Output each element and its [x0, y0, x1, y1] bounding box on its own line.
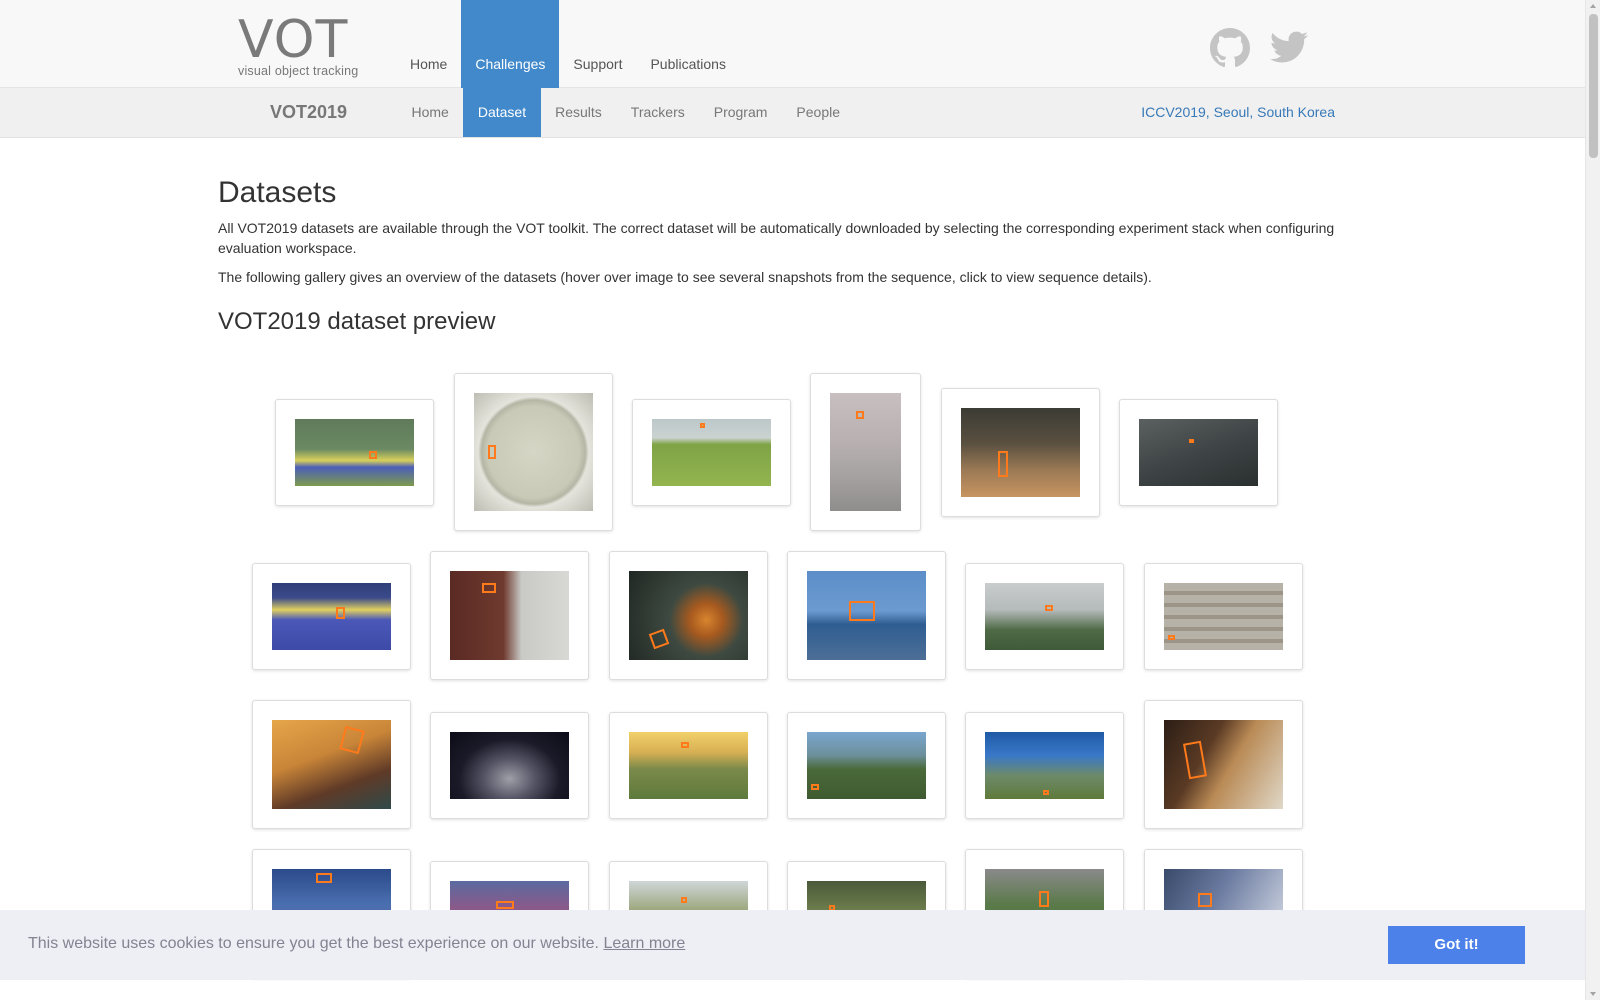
scroll-down-icon[interactable]: [1590, 992, 1596, 996]
sequence-thumbnail[interactable]: [609, 712, 768, 819]
page-content: Datasets All VOT2019 datasets are availa…: [218, 172, 1338, 339]
sub-navbar: VOT2019 Home Dataset Results Trackers Pr…: [0, 88, 1585, 138]
sequence-image: [272, 720, 391, 809]
intro-text: All VOT2019 datasets are available throu…: [218, 220, 1335, 256]
sub-nav-dataset[interactable]: Dataset: [463, 88, 541, 137]
sequence-image: [474, 393, 593, 511]
event-location: ICCV2019, Seoul, South Korea: [1141, 104, 1335, 120]
sequence-image: [1164, 720, 1283, 809]
scrollbar-thumb[interactable]: [1589, 14, 1598, 158]
sequence-thumbnail[interactable]: [632, 399, 791, 506]
sequence-thumbnail[interactable]: [810, 373, 921, 531]
sequence-thumbnail[interactable]: [609, 551, 768, 680]
sequence-thumbnail[interactable]: [1144, 700, 1303, 829]
sequence-image: [629, 732, 748, 799]
sequence-image: [272, 583, 391, 650]
sequence-image: [807, 732, 926, 799]
sequence-thumbnail[interactable]: [787, 712, 946, 819]
main-menu: Home Challenges Support Publications: [396, 0, 740, 88]
sequence-thumbnail[interactable]: [787, 551, 946, 680]
sequence-thumbnail[interactable]: [454, 373, 613, 531]
sequence-thumbnail[interactable]: [1144, 563, 1303, 670]
main-nav-publications[interactable]: Publications: [636, 0, 740, 88]
sequence-image: [985, 732, 1104, 799]
sequence-image: [830, 393, 901, 511]
sequence-thumbnail[interactable]: [252, 700, 411, 829]
sub-menu: Home Dataset Results Trackers Program Pe…: [397, 88, 855, 137]
sequence-thumbnail[interactable]: [252, 563, 411, 670]
cookie-text: This website uses cookies to ensure you …: [28, 935, 599, 952]
main-nav-support[interactable]: Support: [559, 0, 636, 88]
section-title: VOT2019 dataset preview: [218, 308, 496, 335]
sub-nav-program[interactable]: Program: [699, 88, 782, 137]
sequence-image: [985, 583, 1104, 650]
sequence-thumbnail[interactable]: [430, 712, 589, 819]
sub-nav-results[interactable]: Results: [541, 88, 617, 137]
sequence-image: [295, 419, 414, 486]
accept-cookies-button[interactable]: Got it!: [1388, 926, 1525, 964]
sequence-image: [450, 571, 569, 660]
github-icon[interactable]: [1210, 28, 1250, 68]
sub-nav-people[interactable]: People: [782, 88, 855, 137]
sequence-image: [961, 408, 1080, 497]
sequence-thumbnail[interactable]: [965, 712, 1124, 819]
sequence-thumbnail[interactable]: [1119, 399, 1278, 506]
twitter-icon[interactable]: [1270, 28, 1308, 68]
sequence-image: [1139, 419, 1258, 486]
vot-logo[interactable]: VOT visual object tracking: [238, 14, 378, 80]
sequence-thumbnail[interactable]: [941, 388, 1100, 517]
sub-nav-trackers[interactable]: Trackers: [616, 88, 699, 137]
sequence-image: [1164, 583, 1283, 650]
sequence-image: [807, 571, 926, 660]
top-navbar: VOT visual object tracking Home Challeng…: [0, 0, 1585, 88]
sequence-image: [652, 419, 771, 486]
page-title: Datasets: [218, 176, 337, 209]
sequence-image: [629, 571, 748, 660]
sequence-image: [450, 732, 569, 799]
cookie-banner: This website uses cookies to ensure you …: [0, 910, 1585, 980]
learn-more-link[interactable]: Learn more: [603, 935, 685, 952]
logo-text: VOT: [238, 10, 349, 70]
sequence-thumbnail[interactable]: [275, 399, 434, 506]
sequence-thumbnail[interactable]: [965, 563, 1124, 670]
social-links: [1210, 28, 1308, 68]
sub-nav-home[interactable]: Home: [397, 88, 463, 137]
challenge-brand[interactable]: VOT2019: [270, 88, 347, 136]
page-scrollbar[interactable]: [1585, 0, 1600, 1000]
main-nav-challenges[interactable]: Challenges: [461, 0, 560, 88]
dataset-gallery: [0, 0, 1585, 1000]
cookie-message: This website uses cookies to ensure you …: [28, 910, 685, 978]
main-nav-home[interactable]: Home: [396, 0, 461, 88]
logo-subtitle: visual object tracking: [238, 64, 359, 78]
gallery-note: The following gallery gives an overview …: [218, 269, 1152, 285]
sequence-thumbnail[interactable]: [430, 551, 589, 680]
scroll-up-icon[interactable]: [1590, 4, 1596, 8]
